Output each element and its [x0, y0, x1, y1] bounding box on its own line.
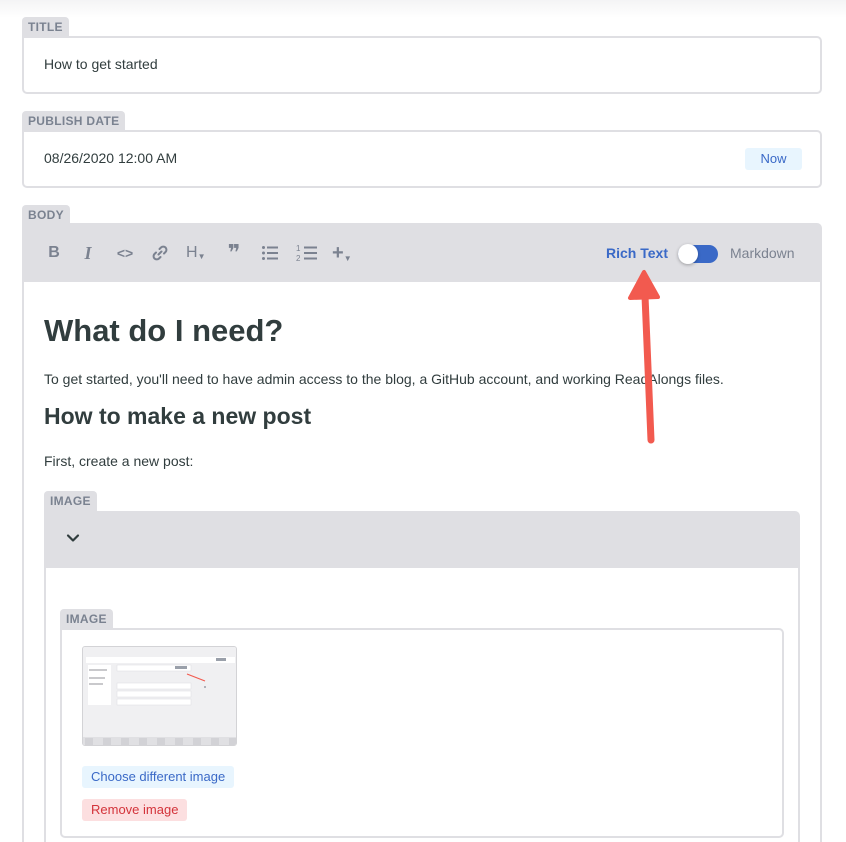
image-widget-header[interactable] — [46, 513, 798, 568]
publish-date-field[interactable]: 08/26/2020 12:00 AM Now — [22, 130, 822, 188]
code-icon[interactable]: <> — [114, 242, 136, 264]
bold-icon[interactable]: B — [46, 242, 62, 264]
svg-text:2: 2 — [296, 254, 301, 262]
markdown-toggle[interactable] — [678, 244, 718, 264]
chevron-down-icon[interactable] — [66, 531, 80, 545]
image-field-label: IMAGE — [60, 609, 113, 629]
image-thumbnail — [82, 646, 237, 746]
numbered-list-icon[interactable]: 1 2 — [296, 242, 318, 264]
content-heading-2: How to make a new post — [44, 403, 312, 429]
italic-icon[interactable]: I — [80, 242, 96, 264]
rich-text-label[interactable]: Rich Text — [606, 245, 668, 261]
publish-date-field-label: PUBLISH DATE — [22, 111, 126, 131]
title-field-label: TITLE — [22, 17, 69, 37]
body-field-label: BODY — [22, 205, 70, 225]
markdown-label[interactable]: Markdown — [730, 245, 795, 261]
add-dropdown-icon[interactable]: +▼ — [332, 242, 356, 264]
publish-date-value[interactable]: 08/26/2020 12:00 AM — [44, 150, 177, 166]
choose-different-image-button[interactable]: Choose different image — [82, 766, 235, 788]
heading-dropdown-icon[interactable]: H▼ — [186, 242, 212, 264]
heading-icon: H — [186, 244, 198, 261]
title-field[interactable]: How to get started — [22, 36, 822, 94]
image-widget: IMAGE Choose different image Remove imag… — [44, 511, 800, 842]
caret-down-icon: ▼ — [197, 252, 206, 261]
remove-image-button[interactable]: Remove image — [82, 799, 188, 821]
caret-down-icon: ▼ — [343, 254, 352, 263]
link-icon[interactable] — [150, 242, 170, 264]
svg-text:1: 1 — [296, 244, 301, 253]
quote-icon[interactable]: ❞ — [224, 242, 244, 264]
title-input-value[interactable]: How to get started — [44, 56, 158, 72]
top-shadow — [0, 0, 846, 18]
body-editor[interactable]: B I <> H▼ ❞ 1 2 +▼ Rich Text Markdown Wh… — [22, 223, 822, 842]
image-widget-label: IMAGE — [44, 491, 97, 511]
content-heading-1: What do I need? — [44, 313, 284, 348]
plus-icon: + — [332, 242, 344, 264]
toggle-knob — [678, 244, 698, 264]
bulleted-list-icon[interactable] — [260, 242, 280, 264]
now-button[interactable]: Now — [745, 148, 802, 170]
annotation-arrow-icon — [628, 270, 660, 444]
editor-toolbar: B I <> H▼ ❞ 1 2 +▼ Rich Text Markdown — [24, 225, 820, 282]
image-field: Choose different image Remove image — [60, 628, 784, 838]
content-paragraph: First, create a new post: — [44, 453, 194, 469]
